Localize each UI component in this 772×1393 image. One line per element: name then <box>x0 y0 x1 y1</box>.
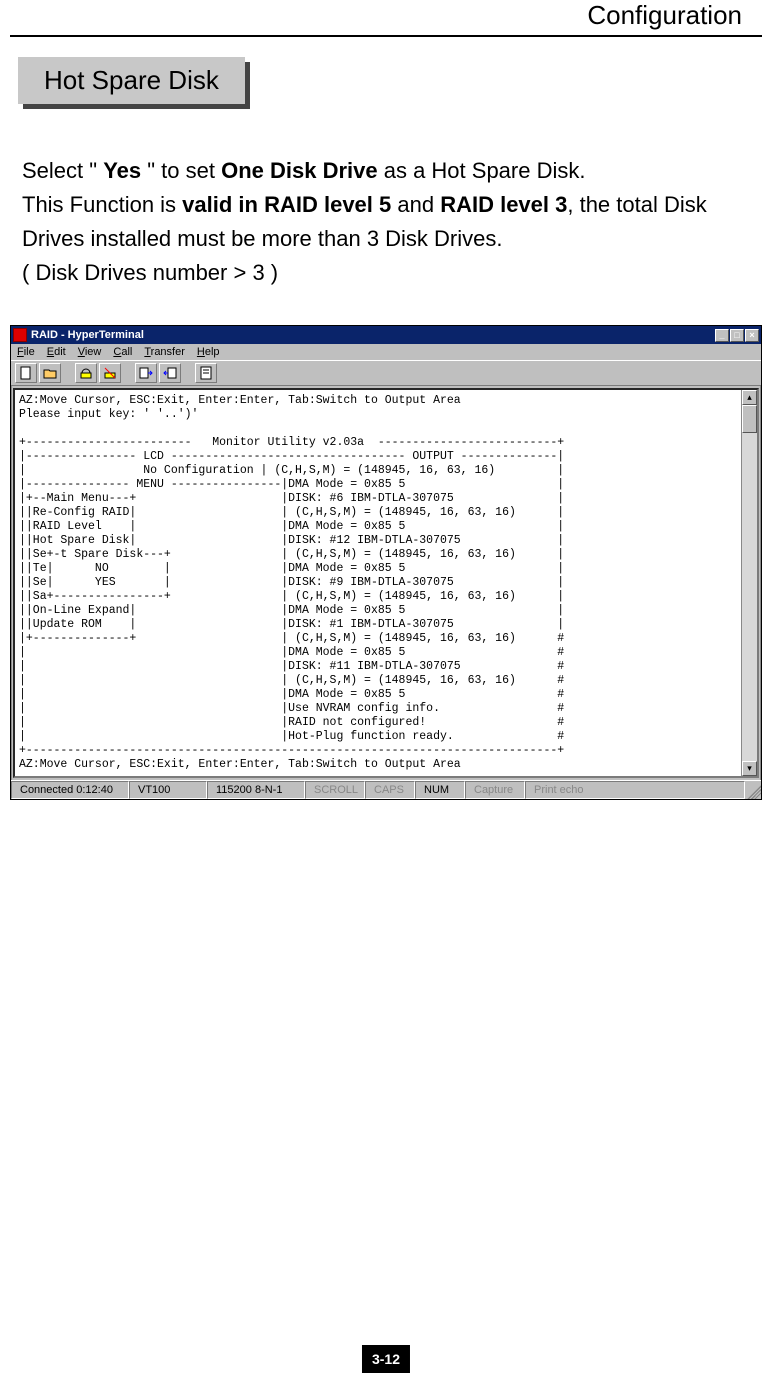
close-button[interactable]: × <box>745 329 759 342</box>
status-port: 115200 8-N-1 <box>207 781 305 799</box>
status-printecho: Print echo <box>525 781 745 799</box>
toolbar <box>11 360 761 386</box>
section-title: Hot Spare Disk <box>18 57 245 104</box>
scrollbar-vertical[interactable]: ▴ ▾ <box>741 390 757 776</box>
menu-view[interactable]: View <box>78 346 102 358</box>
scroll-up-icon[interactable]: ▴ <box>742 390 757 405</box>
status-caps: CAPS <box>365 781 415 799</box>
paragraph-2: This Function is valid in RAID level 5 a… <box>22 188 750 256</box>
toolbar-disconnect-icon[interactable] <box>99 363 121 383</box>
menu-help[interactable]: Help <box>197 346 220 358</box>
app-icon <box>13 328 27 342</box>
resize-grip-icon[interactable] <box>745 781 761 799</box>
status-connected: Connected 0:12:40 <box>11 781 129 799</box>
toolbar-new-icon[interactable] <box>15 363 37 383</box>
page-header: Configuration <box>10 0 762 37</box>
toolbar-receive-icon[interactable] <box>159 363 181 383</box>
page-number: 3-12 <box>362 1345 410 1373</box>
menu-edit[interactable]: Edit <box>47 346 66 358</box>
status-capture: Capture <box>465 781 525 799</box>
terminal-area: AZ:Move Cursor, ESC:Exit, Enter:Enter, T… <box>13 388 759 778</box>
menu-file[interactable]: File <box>17 346 35 358</box>
scroll-track[interactable] <box>742 405 757 761</box>
hyperterminal-window: RAID - HyperTerminal _ □ × File Edit Vie… <box>10 325 762 800</box>
statusbar: Connected 0:12:40 VT100 115200 8-N-1 SCR… <box>11 780 761 799</box>
paragraph-1: Select " Yes " to set One Disk Drive as … <box>22 154 750 188</box>
scroll-thumb[interactable] <box>742 405 757 433</box>
terminal-content[interactable]: AZ:Move Cursor, ESC:Exit, Enter:Enter, T… <box>15 390 741 776</box>
toolbar-properties-icon[interactable] <box>195 363 217 383</box>
maximize-button[interactable]: □ <box>730 329 744 342</box>
menu-call[interactable]: Call <box>113 346 132 358</box>
window-title: RAID - HyperTerminal <box>31 329 144 341</box>
status-num: NUM <box>415 781 465 799</box>
window-titlebar[interactable]: RAID - HyperTerminal _ □ × <box>11 326 761 344</box>
menubar: File Edit View Call Transfer Help <box>11 344 761 360</box>
scroll-down-icon[interactable]: ▾ <box>742 761 757 776</box>
minimize-button[interactable]: _ <box>715 329 729 342</box>
toolbar-connect-icon[interactable] <box>75 363 97 383</box>
toolbar-send-icon[interactable] <box>135 363 157 383</box>
section-title-box: Hot Spare Disk <box>18 57 245 104</box>
status-scroll: SCROLL <box>305 781 365 799</box>
status-emulation: VT100 <box>129 781 207 799</box>
menu-transfer[interactable]: Transfer <box>144 346 185 358</box>
body-text: Select " Yes " to set One Disk Drive as … <box>22 154 750 290</box>
paragraph-3: ( Disk Drives number > 3 ) <box>22 256 750 290</box>
toolbar-open-icon[interactable] <box>39 363 61 383</box>
